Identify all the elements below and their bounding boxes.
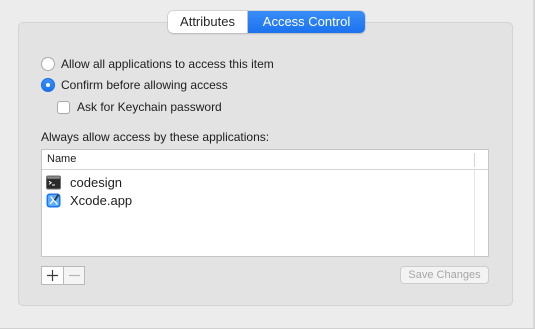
xcode-icon xyxy=(46,193,61,207)
confirm-radio[interactable] xyxy=(41,78,55,92)
column-divider xyxy=(474,170,475,256)
allow-all-option[interactable]: Allow all applications to access this it… xyxy=(41,57,274,71)
column-separator xyxy=(474,153,475,167)
allow-all-label: Allow all applications to access this it… xyxy=(61,57,274,71)
confirm-label: Confirm before allowing access xyxy=(61,78,228,92)
apps-list[interactable]: Name codesign Xcode.app xyxy=(41,149,489,257)
keychain-password-label: Ask for Keychain password xyxy=(77,100,222,114)
list-item[interactable]: codesign xyxy=(46,173,122,191)
list-header: Name xyxy=(42,150,488,170)
add-app-button[interactable] xyxy=(41,266,63,285)
plus-icon xyxy=(47,270,58,281)
allow-all-radio[interactable] xyxy=(41,57,55,71)
tab-access-control[interactable]: Access Control xyxy=(248,11,365,33)
add-remove-controls xyxy=(41,266,85,285)
minus-icon xyxy=(68,274,80,277)
remove-app-button[interactable] xyxy=(63,266,85,285)
list-item[interactable]: Xcode.app xyxy=(46,191,132,209)
column-header-name[interactable]: Name xyxy=(47,153,76,165)
tab-bar: Attributes Access Control xyxy=(168,11,365,33)
keychain-password-option[interactable]: Ask for Keychain password xyxy=(57,100,222,114)
app-name: Xcode.app xyxy=(70,192,133,208)
save-changes-button[interactable]: Save Changes xyxy=(400,266,489,284)
terminal-icon xyxy=(46,175,61,189)
apps-list-caption: Always allow access by these application… xyxy=(41,130,270,144)
tab-attributes[interactable]: Attributes xyxy=(168,11,248,33)
confirm-option[interactable]: Confirm before allowing access xyxy=(41,78,228,92)
keychain-password-checkbox[interactable] xyxy=(57,100,70,114)
keychain-item-window: Attributes Access Control Allow all appl… xyxy=(0,0,535,329)
app-name: codesign xyxy=(70,174,123,190)
